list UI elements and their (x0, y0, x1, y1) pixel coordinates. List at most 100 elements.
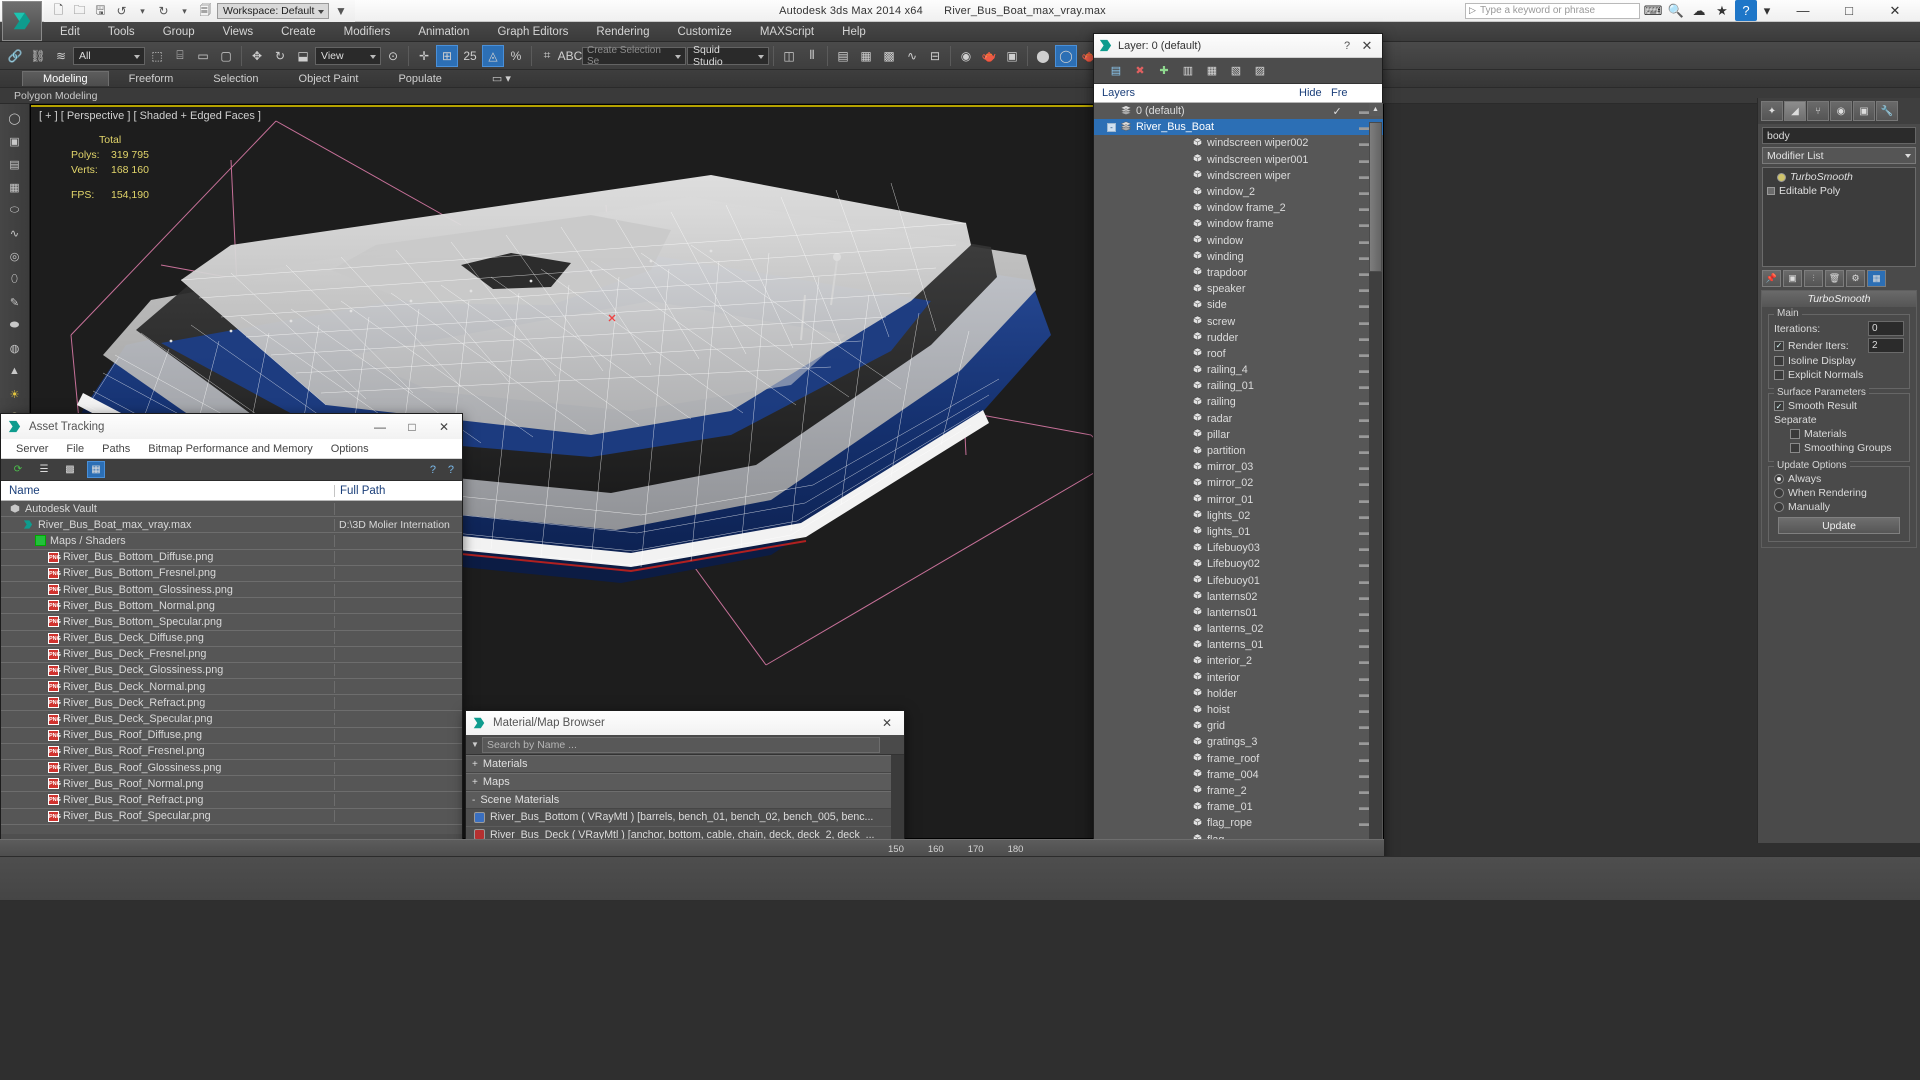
layer-object-row[interactable]: windscreen wiper ▬▬ (1094, 168, 1383, 184)
favorites-icon[interactable]: ★ (1712, 0, 1732, 21)
asset-name-cell[interactable]: PNG River_Bus_Roof_Refract.png (1, 793, 335, 806)
asset-name-cell[interactable]: PNG River_Bus_Roof_Specular.png (1, 810, 335, 823)
menu-modifiers[interactable]: Modifiers (330, 24, 405, 40)
materials-section-header[interactable]: + Materials (466, 755, 904, 773)
named-selection-set-field[interactable]: Create Selection Se (582, 45, 686, 67)
info-icon[interactable]: ? (448, 464, 454, 476)
studio-selector[interactable]: Squid Studio (687, 44, 769, 68)
layer-object-row[interactable]: interior ▬▬ (1094, 670, 1383, 686)
layer-manager-icon[interactable]: ▤ (832, 45, 854, 67)
layer-object-row[interactable]: mirror_02 ▬▬ (1094, 475, 1383, 491)
asset-menu-options[interactable]: Options (322, 442, 378, 456)
asset-row[interactable]: PNG River_Bus_Deck_Refract.png (1, 695, 462, 712)
snaps-toggle-icon[interactable]: ⊞ (436, 44, 458, 67)
time-slider-bar[interactable] (0, 839, 1384, 856)
layer-name-cell[interactable]: lanterns02 (1094, 590, 1321, 603)
asset-list[interactable]: Autodesk Vault River_Bus_Boat_max_vray.ma… (1, 501, 462, 834)
rendered-frame-window-icon[interactable]: ▣ (1001, 45, 1023, 67)
layer-name-cell[interactable]: window frame_2 (1094, 202, 1321, 215)
tab-freeform[interactable]: Freeform (109, 72, 194, 86)
layer-name-cell[interactable]: rudder (1094, 331, 1321, 344)
layer-name-cell[interactable]: windscreen wiper (1094, 169, 1321, 182)
create-pyramid-icon[interactable]: ▲ (4, 361, 26, 381)
layer-object-row[interactable]: flag_rope ▬▬ (1094, 815, 1383, 831)
asset-row[interactable]: PNG River_Bus_Deck_Normal.png (1, 679, 462, 696)
menu-group[interactable]: Group (149, 24, 209, 40)
layer-help-icon[interactable]: ? (1338, 40, 1356, 52)
asset-close-button[interactable]: ✕ (428, 416, 460, 438)
asset-maximize-button[interactable]: □ (396, 416, 428, 438)
lightbulb-icon[interactable] (1777, 172, 1786, 182)
layer-object-row[interactable]: speaker ▬▬ (1094, 281, 1383, 297)
create-helix-icon[interactable]: ◎ (4, 246, 26, 266)
asset-name-cell[interactable]: PNG River_Bus_Deck_Refract.png (1, 696, 335, 709)
workspace-selector[interactable]: Workspace: Default (217, 3, 330, 19)
edit-named-selection-sets-icon[interactable]: ⌗ (536, 45, 558, 67)
isoline-checkbox[interactable] (1774, 356, 1784, 366)
selection-filter[interactable]: All (73, 46, 145, 65)
layer-object-row[interactable]: Lifebuoy02 ▬▬ (1094, 556, 1383, 572)
layer-object-row[interactable]: radar ▬▬ (1094, 411, 1383, 427)
search-collapse-icon[interactable]: ▼ (468, 740, 482, 749)
update-manually-radio[interactable] (1774, 502, 1784, 512)
layer-name-cell[interactable]: window frame (1094, 218, 1321, 231)
layer-name-cell[interactable]: railing_4 (1094, 364, 1321, 377)
scene-materials-section-header[interactable]: - Scene Materials (466, 791, 904, 809)
tab-populate[interactable]: Populate (378, 72, 461, 86)
layer-object-row[interactable]: railing_01 ▬▬ (1094, 378, 1383, 394)
layer-name-cell[interactable]: window_2 (1094, 186, 1321, 199)
layer-name-cell[interactable]: lights_01 (1094, 525, 1321, 538)
layer-object-row[interactable]: frame_roof ▬▬ (1094, 751, 1383, 767)
reference-coordinate-system[interactable]: View (315, 46, 381, 65)
layer-name-cell[interactable]: Lifebuoy01 (1094, 574, 1321, 587)
asset-menu-paths[interactable]: Paths (93, 442, 139, 456)
pin-stack-icon[interactable]: 📌 (1762, 270, 1781, 287)
asset-row[interactable]: PNG River_Bus_Deck_Diffuse.png (1, 631, 462, 647)
hide-column-header[interactable]: Hide (1299, 87, 1331, 99)
hierarchy-tab[interactable]: ⑂ (1807, 101, 1829, 121)
project-folder-icon[interactable]: 🗐 (196, 2, 215, 20)
layer-name-cell[interactable]: pillar (1094, 428, 1321, 441)
tab-object-paint[interactable]: Object Paint (279, 72, 379, 86)
layer-name-cell[interactable]: Lifebuoy02 (1094, 558, 1321, 571)
layer-name-cell[interactable]: screw (1094, 315, 1321, 328)
menu-graph-editors[interactable]: Graph Editors (483, 24, 582, 40)
layer-name-cell[interactable]: winding (1094, 250, 1321, 263)
layer-name-cell[interactable]: windscreen wiper001 (1094, 153, 1321, 166)
asset-row[interactable]: PNG River_Bus_Bottom_Diffuse.png (1, 550, 462, 566)
layer-object-row[interactable]: lanterns_01 ▬▬ (1094, 637, 1383, 653)
layer-name-cell[interactable]: roof (1094, 347, 1321, 360)
refresh-icon[interactable]: ⟳ (9, 461, 27, 478)
layer-name-cell[interactable]: flag_rope (1094, 817, 1321, 830)
curve-editor-icon[interactable]: ∿ (901, 45, 923, 67)
layer-object-row[interactable]: railing_4 ▬▬ (1094, 362, 1383, 378)
layer-name-cell[interactable]: lanterns_01 (1094, 639, 1321, 652)
percent-snap-icon[interactable]: ◬ (482, 44, 504, 67)
layer-name-cell[interactable]: mirror_02 (1094, 477, 1321, 490)
asset-row[interactable]: PNG River_Bus_Roof_Refract.png (1, 792, 462, 809)
asset-path-column[interactable]: Full Path (335, 485, 462, 497)
layer-object-row[interactable]: screw ▬▬ (1094, 313, 1383, 329)
menu-create[interactable]: Create (267, 24, 330, 40)
remove-modifier-icon[interactable]: 🗑 (1825, 270, 1844, 287)
help-icon[interactable]: ? (1735, 0, 1757, 21)
asset-name-cell[interactable]: Maps / Shaders (1, 534, 335, 547)
create-sphere-icon[interactable]: ◯ (4, 108, 26, 128)
angle-snap-icon[interactable]: 25 (459, 45, 481, 67)
hide-unselected-icon[interactable]: ▧ (1226, 61, 1246, 80)
modify-tab[interactable]: ◢ (1784, 101, 1806, 121)
layer-object-row[interactable]: lanterns02 ▬▬ (1094, 589, 1383, 605)
freeze-column-header[interactable]: Fre (1331, 87, 1361, 99)
layer-row[interactable]: 0 (default) ✓ ▬▬ (1094, 103, 1383, 119)
scene-explorer-icon[interactable]: ▦ (855, 45, 877, 67)
spinner-snap-icon[interactable]: % (505, 45, 527, 67)
layer-object-row[interactable]: gratings_3 ▬▬ (1094, 734, 1383, 750)
save-file-icon[interactable]: 🖫 (91, 2, 110, 20)
layer-object-row[interactable]: lights_02 ▬▬ (1094, 508, 1383, 524)
maps-section-header[interactable]: + Maps (466, 773, 904, 791)
modifier-stack-item-editablepoly[interactable]: Editable Poly (1763, 184, 1915, 198)
menu-animation[interactable]: Animation (404, 24, 483, 40)
menu-views[interactable]: Views (209, 24, 267, 40)
list-view-icon[interactable]: ☰ (35, 461, 53, 478)
layer-object-row[interactable]: trapdoor ▬▬ (1094, 265, 1383, 281)
